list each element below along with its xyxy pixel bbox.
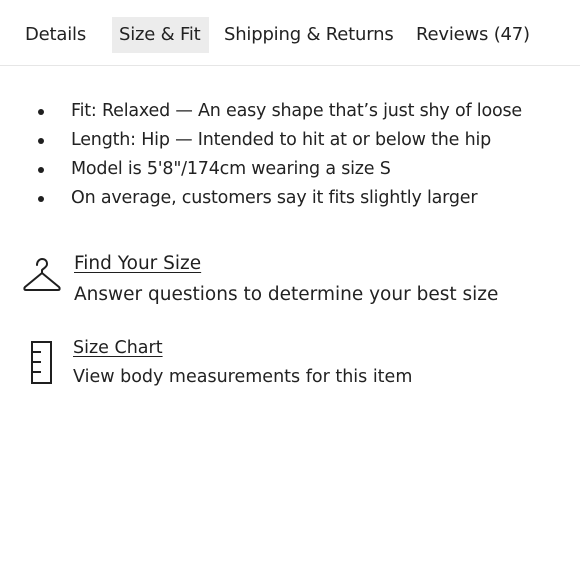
bullet-dot — [38, 138, 44, 144]
customer-fit-text: On average, customers say it fits slight… — [71, 188, 478, 208]
size-chart-link[interactable]: Size Chart — [73, 336, 163, 360]
find-your-size-link[interactable]: Find Your Size — [74, 251, 201, 277]
fit-detail-text: Fit: Relaxed — An easy shape that’s just… — [71, 101, 522, 121]
size-chart-description: View body measurements for this item — [73, 367, 413, 387]
tab-reviews[interactable]: Reviews (47) — [416, 17, 530, 53]
ruler-icon — [31, 341, 52, 384]
list-item: Fit: Relaxed — An easy shape that’s just… — [0, 97, 580, 126]
hanger-icon — [23, 258, 61, 291]
bullet-dot — [38, 167, 44, 173]
bullet-dot — [38, 196, 44, 202]
length-detail-text: Length: Hip — Intended to hit at or belo… — [71, 130, 492, 150]
bullet-dot — [38, 109, 44, 115]
tab-size-fit[interactable]: Size & Fit — [112, 17, 209, 53]
tab-details[interactable]: Details — [25, 17, 86, 53]
find-your-size-description: Answer questions to determine your best … — [74, 284, 499, 305]
tab-shipping-returns[interactable]: Shipping & Returns — [224, 17, 394, 53]
list-item: On average, customers say it fits slight… — [0, 184, 580, 213]
list-item: Model is 5'8"/174cm wearing a size S — [0, 155, 580, 184]
model-detail-text: Model is 5'8"/174cm wearing a size S — [71, 159, 391, 179]
list-item: Length: Hip — Intended to hit at or belo… — [0, 126, 580, 155]
tab-bar: Details Size & Fit Shipping & Returns Re… — [0, 0, 580, 66]
